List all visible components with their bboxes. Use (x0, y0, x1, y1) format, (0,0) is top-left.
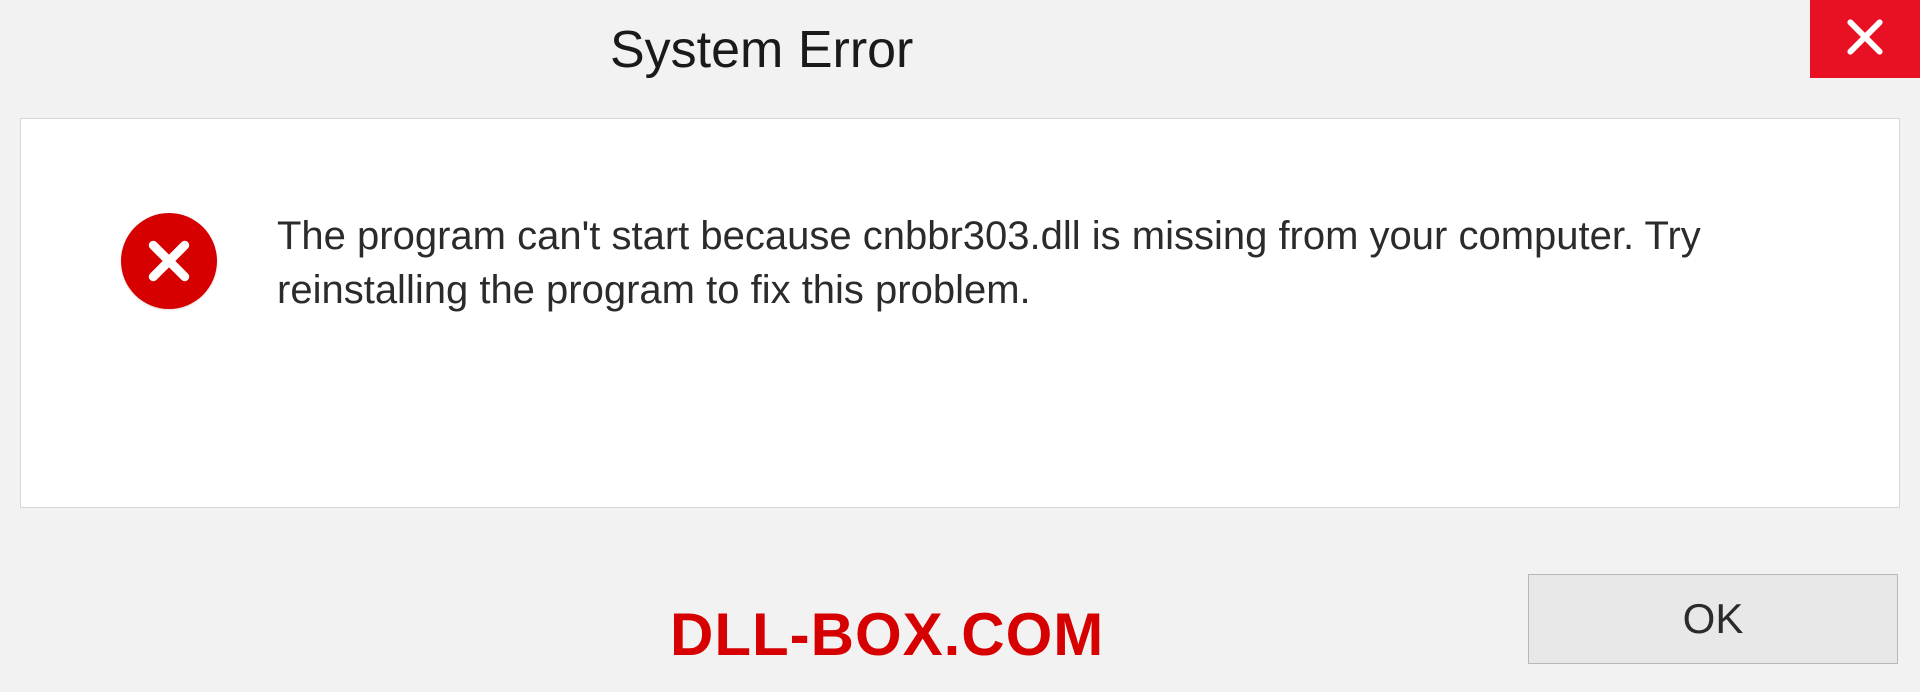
dialog-title: System Error (610, 20, 913, 80)
dialog-content: The program can't start because cnbbr303… (20, 118, 1900, 508)
error-message: The program can't start because cnbbr303… (277, 209, 1827, 317)
ok-button-label: OK (1683, 595, 1744, 643)
titlebar: System Error (0, 0, 1920, 100)
error-icon (121, 213, 217, 309)
close-button[interactable] (1810, 0, 1920, 78)
watermark-text: DLL-BOX.COM (670, 600, 1104, 669)
ok-button[interactable]: OK (1528, 574, 1898, 664)
close-icon (1843, 15, 1887, 64)
dialog-footer: DLL-BOX.COM OK (0, 564, 1898, 674)
